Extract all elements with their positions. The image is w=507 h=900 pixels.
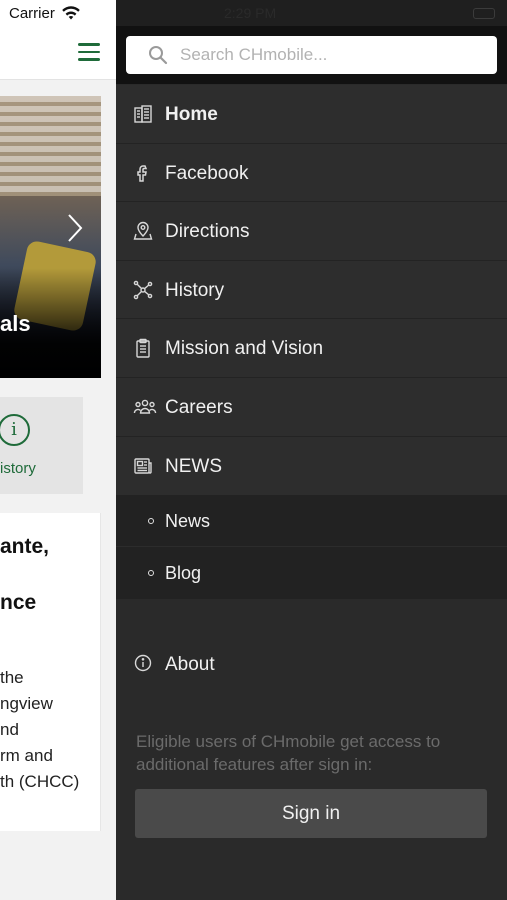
menu-item-directions[interactable]: Directions bbox=[116, 202, 507, 261]
carrier-label: Carrier bbox=[9, 5, 55, 22]
bullet-icon bbox=[148, 570, 154, 577]
search-bar-container bbox=[116, 26, 507, 84]
submenu-item-blog[interactable]: Blog bbox=[116, 547, 507, 600]
battery-icon bbox=[473, 8, 495, 19]
menu-label-mission-and-vision: Mission and Vision bbox=[165, 338, 324, 360]
history-tile[interactable]: i istory bbox=[0, 397, 83, 494]
app-header bbox=[0, 28, 116, 80]
search-icon bbox=[149, 46, 168, 65]
chevron-right-icon[interactable] bbox=[66, 213, 84, 243]
card-heading-line-2: nce bbox=[0, 591, 37, 614]
hero-image-blinds bbox=[0, 96, 101, 196]
search-bar[interactable] bbox=[126, 36, 497, 74]
status-bar: Carrier bbox=[0, 0, 116, 28]
menu-label-about: About bbox=[165, 654, 215, 675]
card-paragraph: the ngview nd rm and th (CHCC) bbox=[0, 668, 80, 791]
welcome-card: ante, nce the ngview nd rm and th (CHCC) bbox=[0, 513, 101, 831]
wifi-icon bbox=[62, 6, 80, 20]
bullet-icon bbox=[148, 518, 154, 525]
signin-note: Eligible users of CHmobile get access to… bbox=[136, 732, 441, 774]
hero-caption: als bbox=[0, 311, 31, 336]
hamburger-menu-icon[interactable] bbox=[78, 43, 100, 61]
sign-in-button[interactable]: Sign in bbox=[135, 789, 487, 838]
menu-label-news: NEWS bbox=[165, 455, 222, 477]
info-icon: i bbox=[0, 414, 30, 446]
menu-item-mission-and-vision[interactable]: Mission and Vision bbox=[116, 319, 507, 378]
submenu-item-news[interactable]: News bbox=[116, 495, 507, 548]
menu-label-careers: Careers bbox=[165, 396, 233, 418]
menu-label-directions: Directions bbox=[165, 221, 250, 243]
submenu-label-news: News bbox=[165, 511, 211, 532]
background-app: Carrier als i istory ante, nce the ngvie… bbox=[0, 0, 116, 900]
info-icon bbox=[134, 654, 152, 672]
history-tile-label: istory bbox=[0, 460, 36, 477]
newspaper-icon bbox=[134, 457, 152, 474]
menu-item-about[interactable]: About bbox=[116, 648, 507, 684]
search-input[interactable] bbox=[180, 44, 480, 66]
side-drawer: 2:29 PM Home Facebook bbox=[116, 0, 507, 900]
drawer-menu: Home Facebook Directions History Mission… bbox=[116, 85, 507, 600]
menu-item-careers[interactable]: Careers bbox=[116, 377, 507, 437]
menu-label-facebook: Facebook bbox=[165, 162, 249, 184]
network-icon bbox=[133, 280, 153, 300]
drawer-status-bar: 2:29 PM bbox=[116, 0, 507, 26]
card-heading-line-1: ante, bbox=[0, 535, 50, 558]
building-icon bbox=[134, 105, 152, 123]
menu-item-facebook[interactable]: Facebook bbox=[116, 143, 507, 203]
status-time: 2:29 PM bbox=[224, 5, 277, 21]
menu-label-home: Home bbox=[165, 104, 218, 125]
clipboard-icon bbox=[136, 339, 150, 359]
people-icon bbox=[133, 399, 157, 414]
map-pin-icon bbox=[133, 222, 153, 240]
menu-item-history[interactable]: History bbox=[116, 260, 507, 320]
submenu-label-blog: Blog bbox=[165, 563, 202, 584]
menu-item-news[interactable]: NEWS bbox=[116, 436, 507, 496]
facebook-icon bbox=[137, 164, 148, 182]
menu-label-history: History bbox=[165, 279, 225, 301]
hero-carousel[interactable]: als bbox=[0, 96, 101, 378]
menu-item-home[interactable]: Home bbox=[116, 85, 507, 144]
